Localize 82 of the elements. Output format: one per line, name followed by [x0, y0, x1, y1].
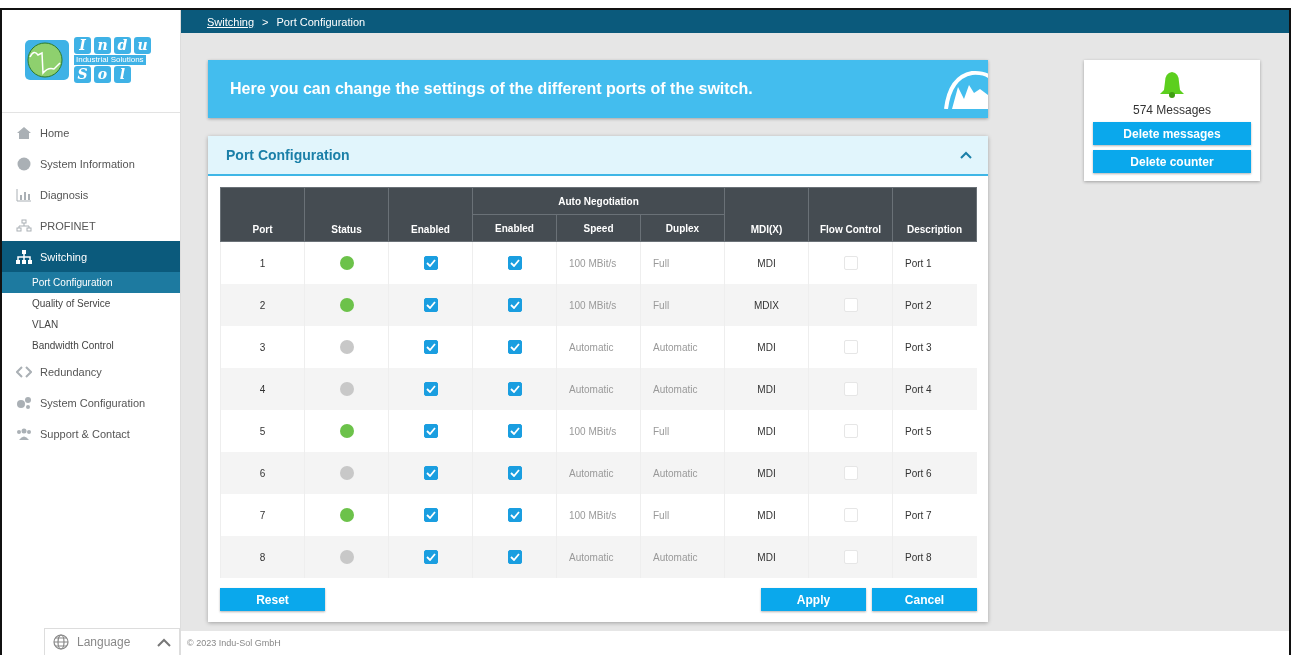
mdi-select[interactable]: MDI	[757, 551, 776, 563]
checkbox[interactable]	[507, 550, 522, 564]
column-header: Enabled	[472, 214, 557, 242]
table-cell: 6	[259, 467, 266, 479]
mdi-select[interactable]: MDI	[757, 425, 776, 437]
column-header: Flow Control	[808, 187, 893, 242]
banner-text: Here you can change the settings of the different ports of the switch.	[230, 80, 753, 98]
checkbox[interactable]	[423, 298, 438, 312]
language-selector[interactable]: Language	[44, 628, 180, 655]
mdi-select[interactable]: MDI	[757, 383, 776, 395]
mdi-select[interactable]: MDI	[757, 341, 776, 353]
column-header: MDI(X)	[724, 187, 809, 242]
sidebar-item[interactable]: PROFINET	[2, 210, 180, 241]
column-header: Enabled	[388, 187, 473, 242]
sidebar-item[interactable]: Switching	[2, 241, 180, 272]
wave-logo-icon	[942, 69, 988, 109]
sidebar-subitem[interactable]: Quality of Service	[2, 293, 180, 314]
home-icon	[16, 125, 32, 140]
sidebar-subitem[interactable]: Port Configuration	[2, 272, 180, 293]
logo-drawing: I n d u Industrial Solutions S o l	[24, 30, 169, 112]
column-header: Status	[304, 187, 389, 242]
sidebar-item[interactable]: Home	[2, 117, 180, 148]
description-field[interactable]: Port 3	[905, 341, 932, 353]
checkbox[interactable]	[423, 550, 438, 564]
sidebar-item[interactable]: System Information	[2, 148, 180, 179]
sidebar-subitem[interactable]: VLAN	[2, 314, 180, 335]
mdi-select[interactable]: MDI	[757, 257, 776, 269]
description-field[interactable]: Port 8	[905, 551, 932, 563]
sidebar-item[interactable]: System Configuration	[2, 387, 180, 418]
table-cell: 1	[259, 257, 266, 269]
checkbox[interactable]	[507, 424, 522, 438]
description-field[interactable]: Port 5	[905, 425, 932, 437]
column-group-header: Auto Negotiation	[472, 187, 725, 215]
checkbox[interactable]	[507, 508, 522, 522]
message-count: 574 Messages	[1132, 103, 1211, 117]
sidebar-subitem[interactable]: Bandwidth Control	[2, 335, 180, 356]
description-field[interactable]: Port 1	[905, 257, 932, 269]
description-field[interactable]: Port 7	[905, 509, 932, 521]
column-header: Description	[892, 187, 977, 242]
checkbox[interactable]	[423, 466, 438, 480]
mdi-select[interactable]: MDIX	[754, 299, 779, 311]
column-header: Port	[220, 187, 305, 242]
mdi-select[interactable]: MDI	[757, 467, 776, 479]
description-field[interactable]: Port 6	[905, 467, 932, 479]
breadcrumb-current: Port Configuration	[276, 16, 366, 29]
column-header: Duplex	[640, 214, 725, 242]
checkbox[interactable]	[507, 466, 522, 480]
checkbox[interactable]	[507, 256, 522, 270]
bell-icon	[1159, 70, 1185, 98]
copyright-text: © 2023 Indu-Sol GmbH	[187, 638, 281, 648]
sidebar-item[interactable]: Redundancy	[2, 356, 180, 387]
table-cell: 7	[259, 509, 266, 521]
globe-icon	[53, 634, 69, 650]
table-cell: 8	[259, 551, 266, 563]
checkbox[interactable]	[423, 256, 438, 270]
description-field[interactable]: Port 4	[905, 383, 932, 395]
chevrons-icon	[16, 364, 32, 379]
checkbox[interactable]	[423, 424, 438, 438]
checkbox[interactable]	[423, 508, 438, 522]
chevron-icon	[157, 637, 171, 647]
checkbox[interactable]	[423, 382, 438, 396]
checkbox[interactable]	[507, 298, 522, 312]
checkbox[interactable]	[507, 382, 522, 396]
table-cell: 5	[259, 425, 266, 437]
bar-chart-icon	[16, 187, 32, 202]
panel-title: Port Configuration	[226, 147, 350, 163]
network-icon	[16, 218, 32, 233]
hierarchy-icon	[16, 249, 32, 264]
breadcrumb-link[interactable]: Switching	[207, 16, 255, 29]
mdi-select[interactable]: MDI	[757, 509, 776, 521]
sidebar-item[interactable]: Support & Contact	[2, 418, 180, 449]
sidebar-item[interactable]: Diagnosis	[2, 179, 180, 210]
breadcrumb-separator: >	[262, 16, 269, 29]
table-cell: 2	[259, 299, 266, 311]
chevron-icon[interactable]	[960, 151, 972, 159]
table-cell: 3	[259, 341, 266, 353]
people-icon	[16, 426, 32, 441]
checkbox[interactable]	[507, 340, 522, 354]
description-field[interactable]: Port 2	[905, 299, 932, 311]
checkbox[interactable]	[423, 340, 438, 354]
column-header: Speed	[556, 214, 641, 242]
table-cell: 4	[259, 383, 266, 395]
